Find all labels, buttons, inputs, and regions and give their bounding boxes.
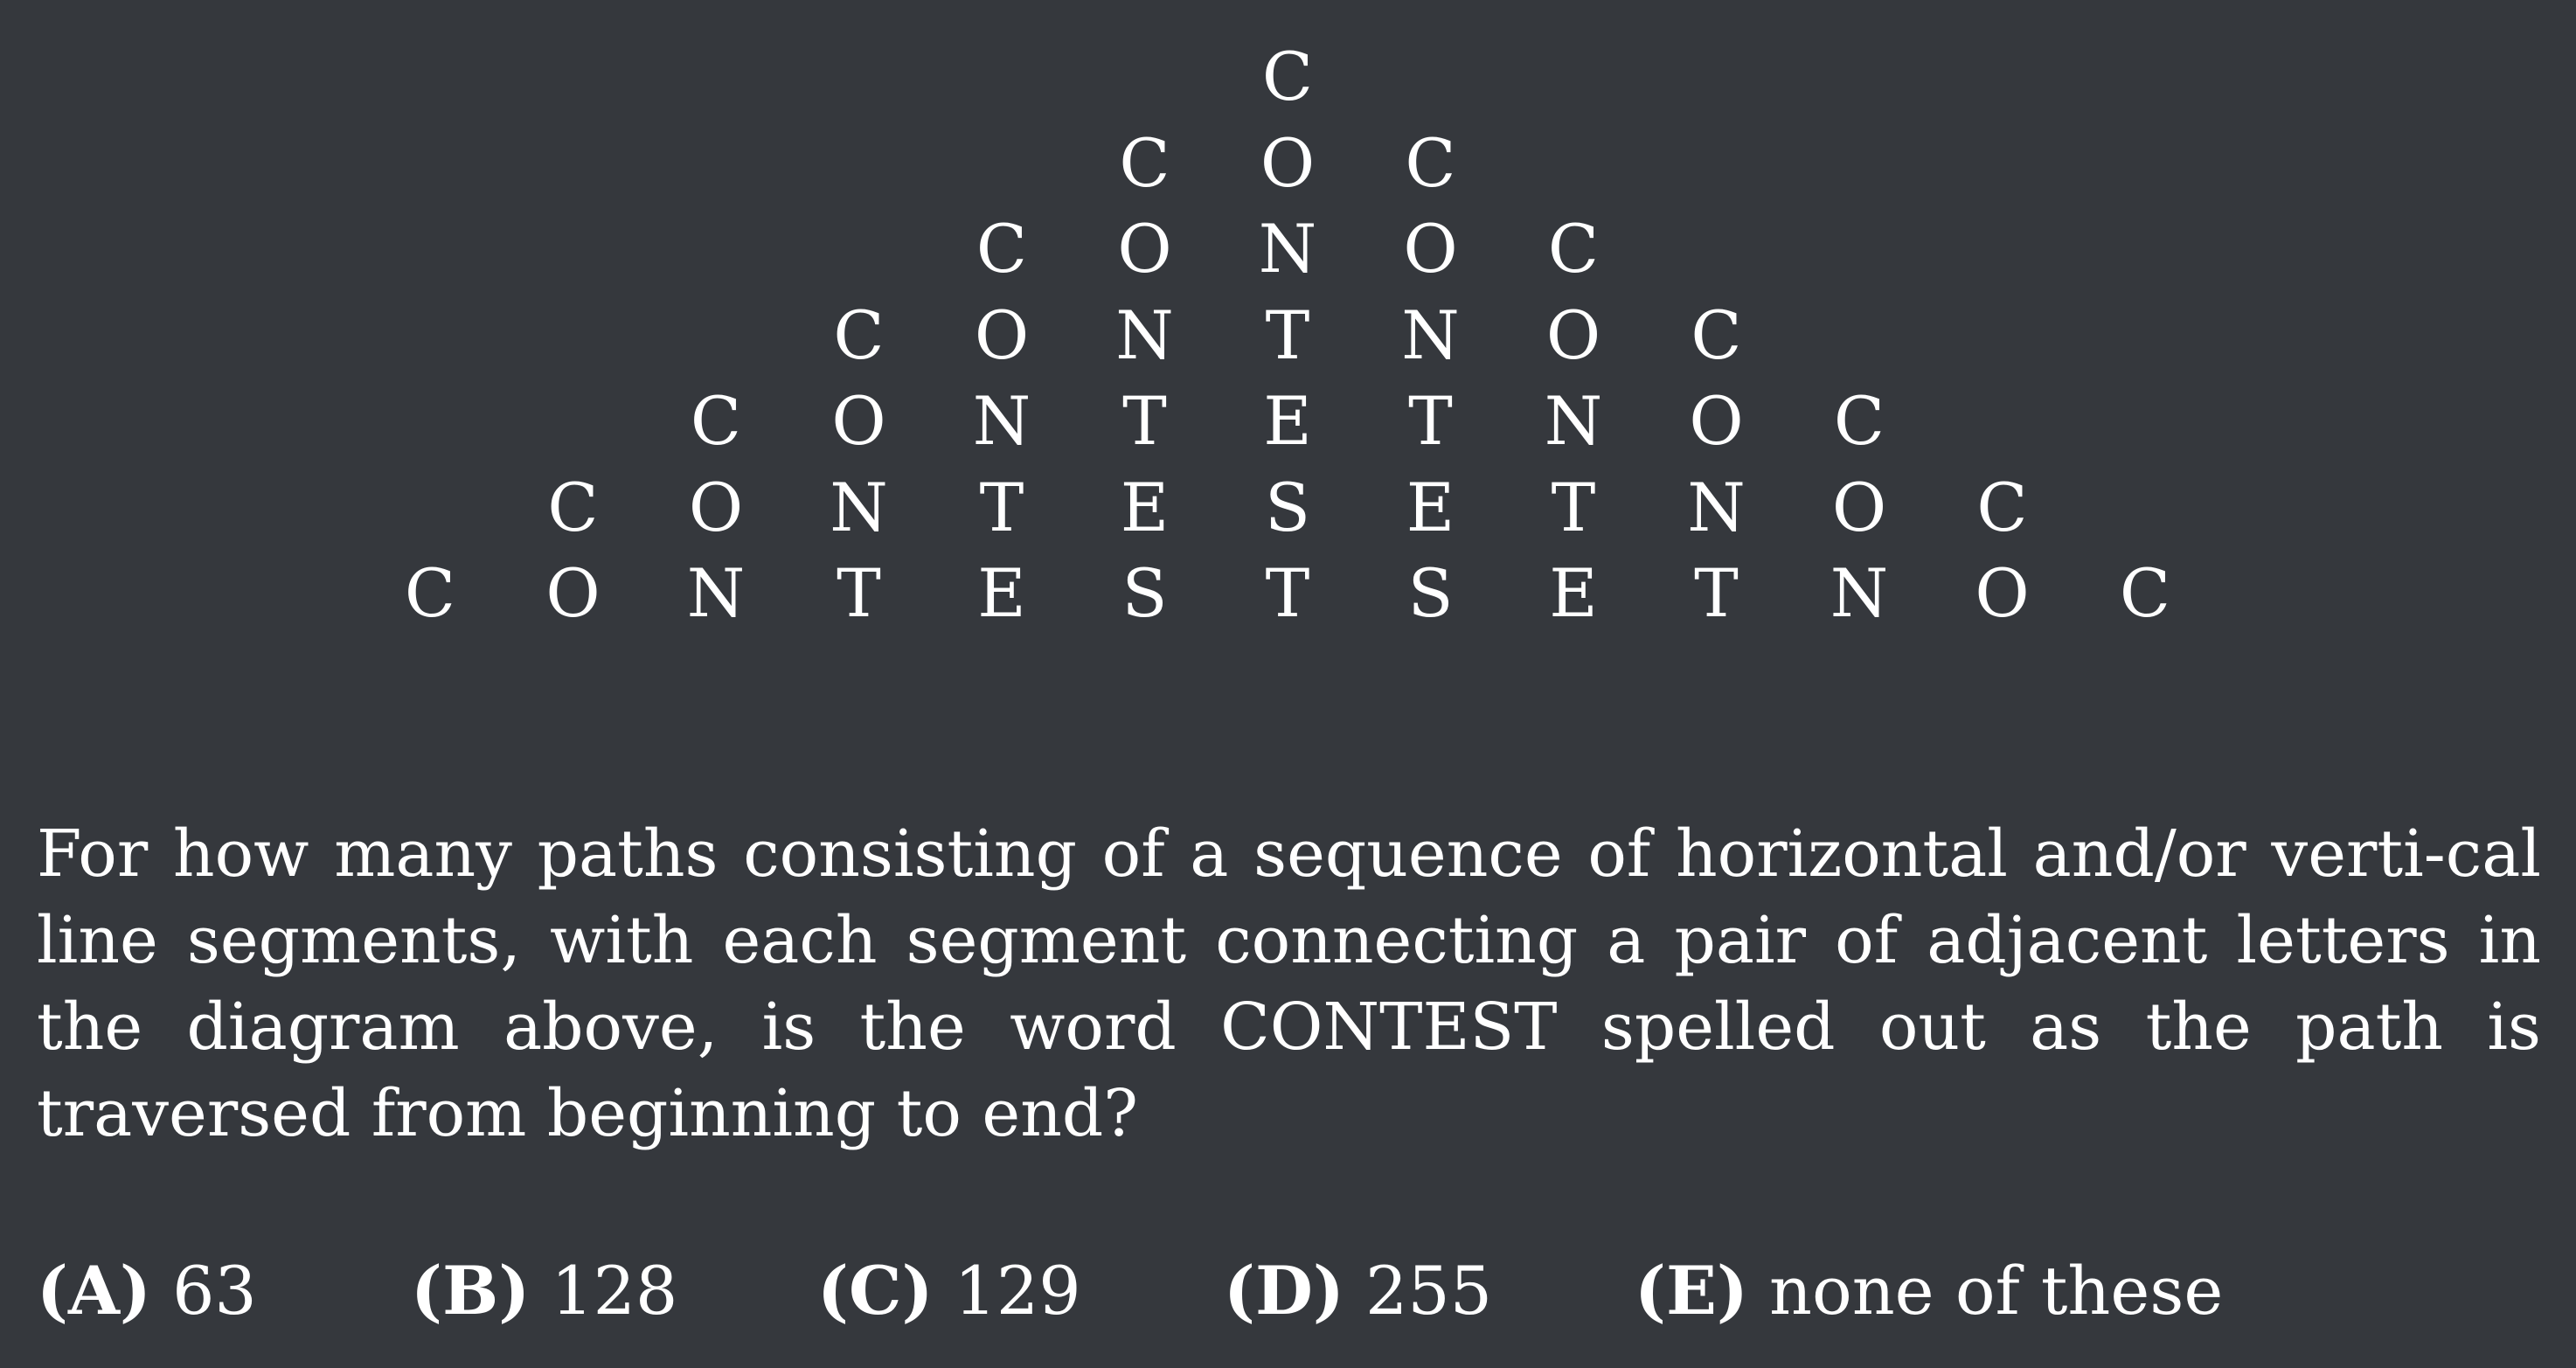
choice-e: (E) none of these bbox=[1635, 1252, 2223, 1330]
choice-e-value: none of these bbox=[1769, 1252, 2224, 1330]
diagram-letter: S bbox=[1121, 554, 1168, 632]
diagram-letter: N bbox=[1115, 295, 1174, 374]
diagram-letter: N bbox=[1401, 295, 1460, 374]
diagram-letter: C bbox=[1691, 295, 1742, 374]
diagram-letter: T bbox=[1265, 295, 1310, 374]
diagram-letter: C bbox=[1405, 123, 1456, 202]
diagram-letter: O bbox=[688, 468, 744, 546]
answer-choices: (A) 63 (B) 128 (C) 129 (D) 255 (E) none … bbox=[0, 1252, 2576, 1339]
diagram-letter: E bbox=[1406, 468, 1455, 546]
diagram-letter: T bbox=[1551, 468, 1596, 546]
diagram-letter: O bbox=[1831, 468, 1887, 546]
diagram-letter: C bbox=[833, 295, 885, 374]
diagram-letter: C bbox=[2119, 554, 2171, 632]
choice-d: (D) 255 bbox=[1224, 1252, 1492, 1330]
choice-d-value: 255 bbox=[1365, 1252, 1493, 1330]
diagram-letter: C bbox=[547, 468, 599, 546]
diagram-letter: O bbox=[831, 382, 886, 460]
diagram-letter: E bbox=[977, 554, 1026, 632]
diagram-letter: C bbox=[1547, 210, 1600, 288]
diagram-letter: N bbox=[1687, 468, 1746, 546]
choice-c-label: (C) bbox=[817, 1252, 934, 1330]
choice-a-value: 63 bbox=[172, 1252, 257, 1330]
diagram-letter: S bbox=[1407, 554, 1454, 632]
choice-c: (C) 129 bbox=[817, 1252, 1081, 1330]
diagram-letter: C bbox=[1833, 382, 1885, 460]
choice-a: (A) 63 bbox=[37, 1252, 257, 1330]
choice-b-value: 128 bbox=[551, 1252, 678, 1330]
diagram-letter: N bbox=[686, 554, 746, 632]
diagram-letter: O bbox=[1117, 210, 1172, 288]
diagram-letter: O bbox=[1689, 382, 1744, 460]
diagram-letter: N bbox=[1830, 554, 1889, 632]
diagram-letter: C bbox=[690, 382, 742, 460]
diagram-letter: E bbox=[1549, 554, 1598, 632]
question-text: For how many paths consisting of a seque… bbox=[37, 816, 2541, 1151]
choice-c-value: 129 bbox=[954, 1252, 1081, 1330]
choice-e-label: (E) bbox=[1635, 1252, 1748, 1330]
diagram-letter: C bbox=[976, 210, 1028, 288]
diagram-letter: O bbox=[974, 295, 1030, 374]
diagram-letter: T bbox=[1265, 554, 1310, 632]
diagram-letter: O bbox=[1975, 554, 2030, 632]
diagram-letter: T bbox=[1408, 382, 1453, 460]
diagram-letter: C bbox=[1119, 123, 1170, 202]
diagram-letter: N bbox=[1258, 210, 1317, 288]
diagram-letter: C bbox=[404, 554, 456, 632]
choice-b-label: (B) bbox=[411, 1252, 531, 1330]
diagram-letter: T bbox=[837, 554, 881, 632]
diagram-letter: S bbox=[1264, 468, 1311, 546]
diagram-letter: O bbox=[1403, 210, 1458, 288]
letter-pyramid-diagram: CCOCCONOCCONTNOCCONTETNOCCONTESETNOCCONT… bbox=[0, 0, 2576, 664]
choice-b: (B) 128 bbox=[411, 1252, 677, 1330]
diagram-letter: E bbox=[1263, 382, 1312, 460]
diagram-letter: T bbox=[979, 468, 1024, 546]
diagram-letter: C bbox=[1261, 38, 1314, 115]
diagram-letter: O bbox=[1545, 295, 1601, 374]
diagram-letter: O bbox=[545, 554, 601, 632]
choice-a-label: (A) bbox=[37, 1252, 151, 1330]
diagram-letter: C bbox=[1976, 468, 2028, 546]
diagram-letter: O bbox=[1260, 123, 1316, 202]
diagram-letter: N bbox=[1544, 382, 1603, 460]
diagram-letter: E bbox=[1120, 468, 1170, 546]
diagram-letter: T bbox=[1122, 382, 1167, 460]
choice-d-label: (D) bbox=[1224, 1252, 1344, 1330]
diagram-letter: T bbox=[1694, 554, 1739, 632]
diagram-letter: N bbox=[830, 468, 888, 546]
diagram-letter: N bbox=[972, 382, 1031, 460]
